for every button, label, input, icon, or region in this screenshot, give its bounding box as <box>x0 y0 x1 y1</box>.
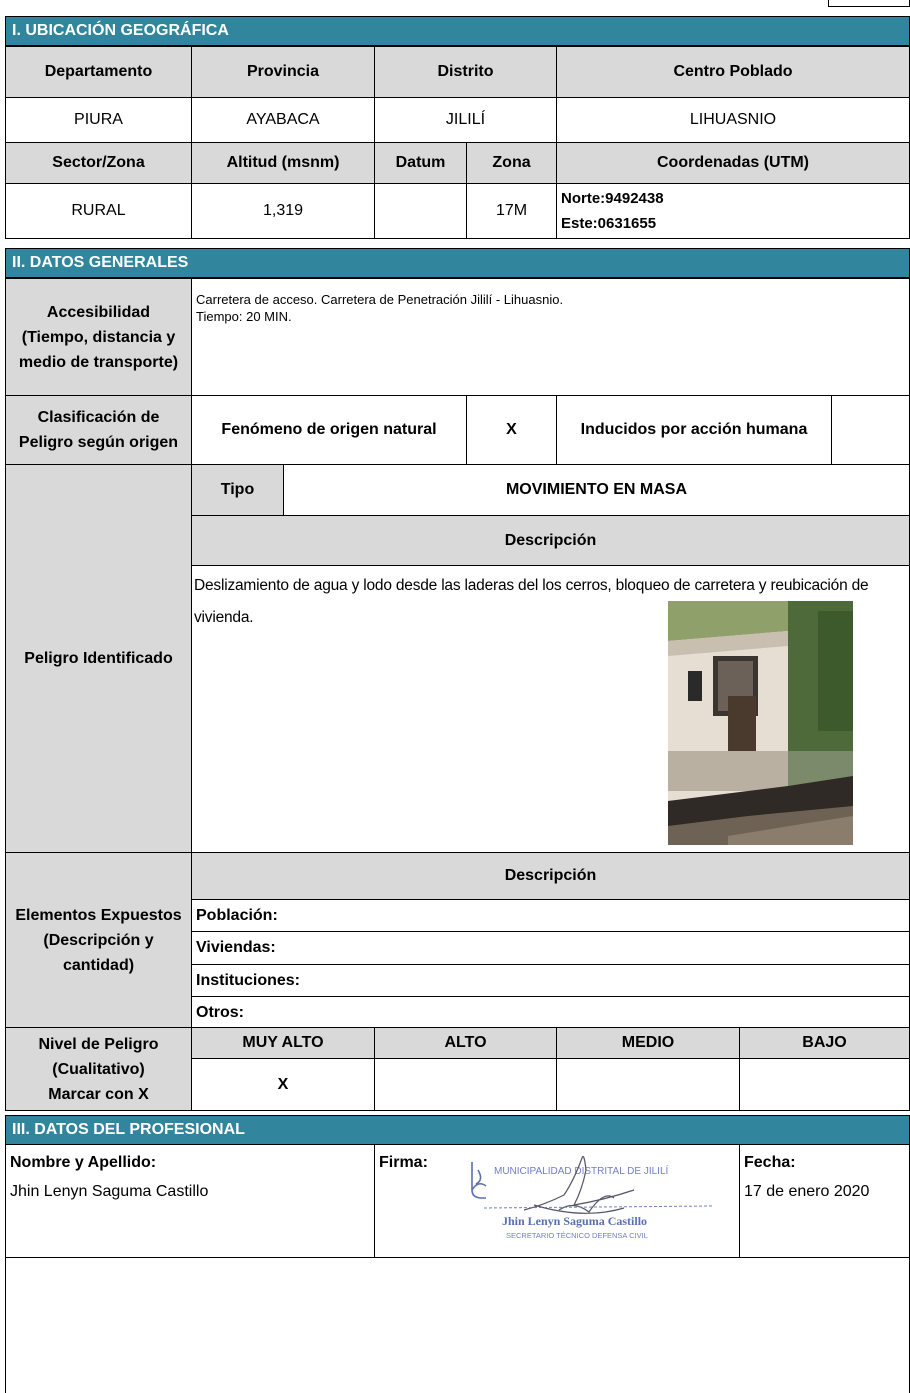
label-nivel-line1: Nivel de Peligro <box>38 1035 159 1053</box>
header-nivel-muy-alto: MUY ALTO <box>191 1027 375 1059</box>
section-profesional-title: III. DATOS DEL PROFESIONAL <box>5 1115 910 1145</box>
mark-inducidos[interactable] <box>831 395 910 465</box>
mark-nivel-alto[interactable] <box>374 1058 557 1111</box>
accesibilidad-line1: Carretera de acceso. Carretera de Penetr… <box>196 292 564 307</box>
expuestos-otros-row: Otros: <box>191 996 910 1028</box>
svg-text:SECRETARIO TÉCNICO DEFENSA CIV: SECRETARIO TÉCNICO DEFENSA CIVIL <box>506 1231 648 1240</box>
mark-fenomeno-natural[interactable]: X <box>466 395 557 465</box>
section-generales-title: II. DATOS GENERALES <box>5 248 910 278</box>
label-fecha: Fecha: <box>744 1154 796 1171</box>
bottom-blank-row <box>5 1257 910 1393</box>
label-fenomeno-natural: Fenómeno de origen natural <box>191 395 467 465</box>
page-corner-box <box>828 0 910 7</box>
profesional-nombre-cell: Nombre y Apellido: Jhin Lenyn Saguma Cas… <box>5 1144 375 1258</box>
value-sector: RURAL <box>5 183 192 239</box>
mark-nivel-muy-alto[interactable]: X <box>191 1058 375 1111</box>
section-ubicacion-title: I. UBICACIÓN GEOGRÁFICA <box>5 16 910 46</box>
mark-nivel-medio[interactable] <box>556 1058 740 1111</box>
house-photo-image <box>668 601 853 845</box>
header-datum: Datum <box>374 142 467 184</box>
label-nombre: Nombre y Apellido: <box>10 1154 157 1171</box>
value-altitud: 1,319 <box>191 183 375 239</box>
svg-text:Jhin Lenyn Saguma Castillo: Jhin Lenyn Saguma Castillo <box>502 1214 647 1228</box>
coordenada-norte: Norte:9492438 <box>561 190 664 207</box>
label-expuestos-descripcion: Descripción <box>191 852 910 900</box>
value-coordenadas: Norte:9492438 Este:0631655 <box>556 183 910 239</box>
value-nombre: Jhin Lenyn Saguma Castillo <box>10 1183 209 1200</box>
header-nivel-medio: MEDIO <box>556 1027 740 1059</box>
header-nivel-bajo: BAJO <box>739 1027 910 1059</box>
label-accesibilidad: Accesibilidad (Tiempo, distancia y medio… <box>5 278 192 396</box>
label-peligro-identificado: Peligro Identificado <box>5 464 192 853</box>
expuestos-instituciones-row: Instituciones: <box>191 964 910 997</box>
house-photo <box>668 601 853 845</box>
header-centro-poblado: Centro Poblado <box>556 46 910 98</box>
label-inducidos: Inducidos por acción humana <box>556 395 832 465</box>
header-zona: Zona <box>466 142 557 184</box>
value-centro-poblado: LIHUASNIO <box>556 97 910 143</box>
label-accesibilidad-line1: Accesibilidad <box>46 303 151 321</box>
label-clasificacion: Clasificación de Peligro según origen <box>5 395 192 465</box>
value-provincia: AYABACA <box>191 97 375 143</box>
header-altitud: Altitud (msnm) <box>191 142 375 184</box>
label-expuestos-line2: (Descripción y <box>43 931 154 949</box>
label-expuestos-line3: cantidad) <box>62 956 135 974</box>
header-sector-zona: Sector/Zona <box>5 142 192 184</box>
label-accesibilidad-line3: medio de transporte) <box>18 353 179 371</box>
coordenada-este: Este:0631655 <box>561 215 657 232</box>
label-elementos-expuestos: Elementos Expuestos (Descripción y canti… <box>5 852 192 1028</box>
value-datum <box>374 183 467 239</box>
mark-nivel-bajo[interactable] <box>739 1058 910 1111</box>
header-provincia: Provincia <box>191 46 375 98</box>
expuestos-poblacion-row: Población: <box>191 899 910 932</box>
signature-stamp-graphic: MUNICIPALIDAD DISTRITAL DE JILILÍ Jhin L… <box>471 1155 715 1240</box>
label-descripcion: Descripción <box>191 515 910 566</box>
header-coordenadas: Coordenadas (UTM) <box>556 142 910 184</box>
header-distrito: Distrito <box>374 46 557 98</box>
value-accesibilidad: Carretera de acceso. Carretera de Penetr… <box>191 278 910 396</box>
expuestos-viviendas-row: Viviendas: <box>191 931 910 965</box>
label-nivel-line3: Marcar con X <box>48 1085 149 1103</box>
header-departamento: Departamento <box>5 46 192 98</box>
value-departamento: PIURA <box>5 97 192 143</box>
label-tipo: Tipo <box>191 464 284 516</box>
label-clasificacion-line1: Clasificación de <box>37 409 160 426</box>
svg-text:MUNICIPALIDAD DISTRITAL DE JIL: MUNICIPALIDAD DISTRITAL DE JILILÍ <box>494 1164 669 1177</box>
label-expuestos-line1: Elementos Expuestos <box>15 906 182 924</box>
label-nivel-line2: (Cualitativo) <box>52 1060 145 1078</box>
value-tipo: MOVIMIENTO EN MASA <box>283 464 910 516</box>
value-zona: 17M <box>466 183 557 239</box>
value-fecha: 17 de enero 2020 <box>744 1183 870 1200</box>
signature-stamp: MUNICIPALIDAD DISTRITAL DE JILILÍ Jhin L… <box>464 1150 734 1250</box>
accesibilidad-line2: Tiempo: 20 MIN. <box>196 309 292 324</box>
value-distrito: JILILÍ <box>374 97 557 143</box>
header-nivel-alto: ALTO <box>374 1027 557 1059</box>
profesional-fecha-cell: Fecha: 17 de enero 2020 <box>739 1144 910 1258</box>
label-firma: Firma: <box>379 1154 428 1171</box>
label-accesibilidad-line2: (Tiempo, distancia y <box>21 328 176 346</box>
label-nivel-peligro: Nivel de Peligro (Cualitativo) Marcar co… <box>5 1027 192 1111</box>
label-clasificacion-line2: Peligro según origen <box>18 434 179 451</box>
